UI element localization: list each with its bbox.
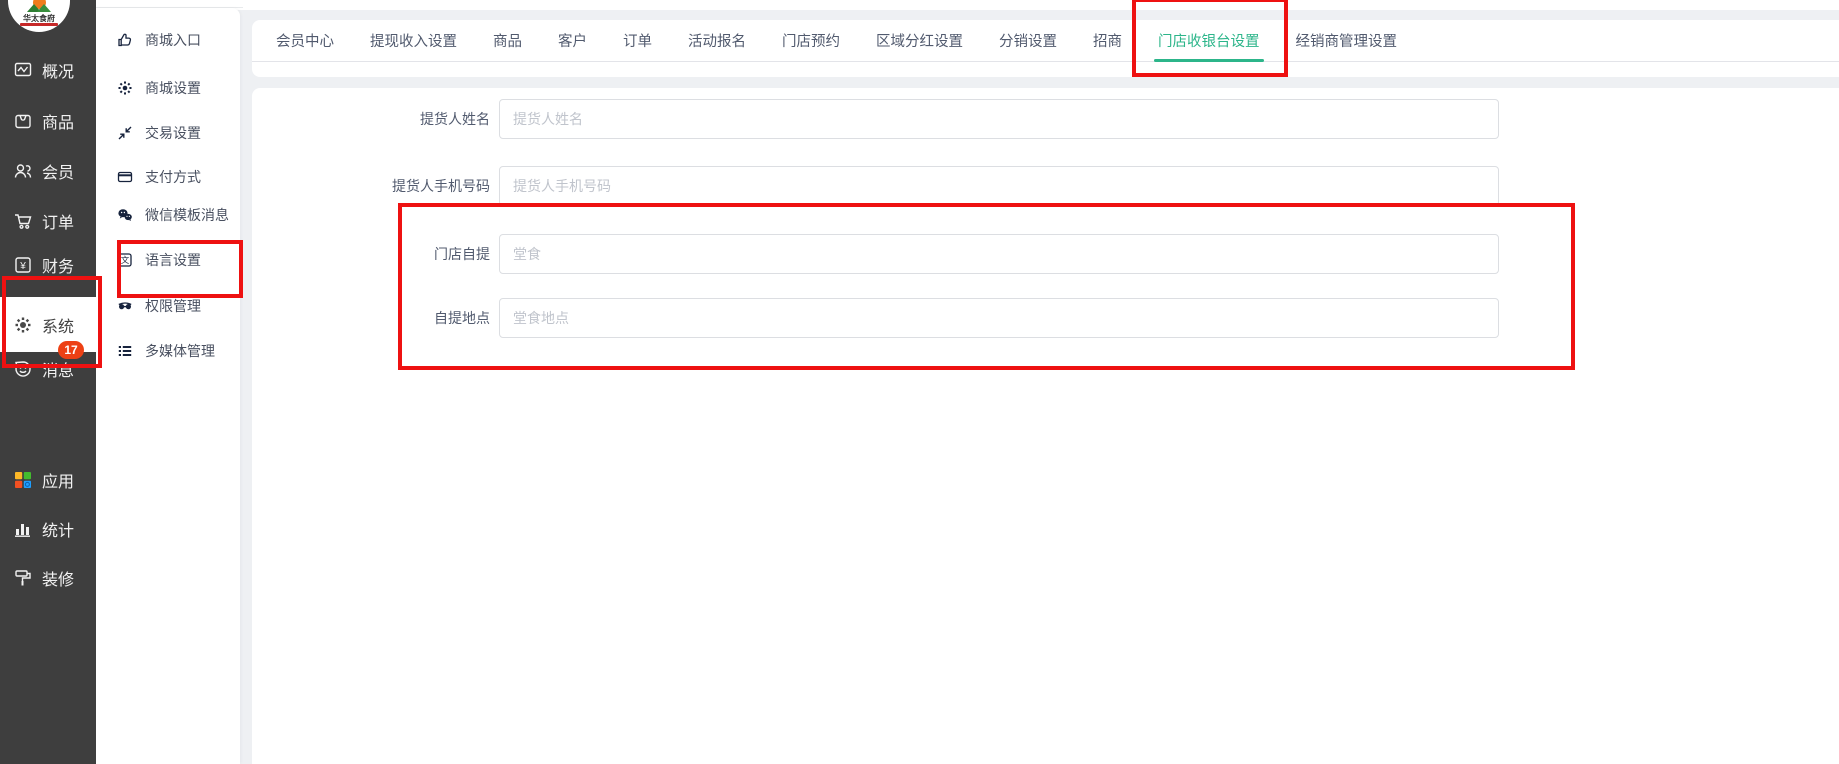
form-row-pickup-phone: 提货人手机号码 [252,166,1499,206]
apps-icon [13,470,33,490]
orders-icon [13,211,33,231]
tab-member-center[interactable]: 会员中心 [258,20,352,61]
decorate-roller-icon [13,568,33,588]
submenu-item-wechat-template[interactable]: 微信模板消息 [96,200,240,230]
sidebar-item-label: 应用 [42,468,74,492]
primary-sidebar: 华太食府 概况 商品 会员 订单 ¥ 财务 系统 17 消息 应用 统计 [0,0,96,764]
submenu-item-language-settings[interactable]: 文 语言设置 [96,245,240,275]
submenu-item-permission[interactable]: 权限管理 [96,291,240,321]
thumb-up-icon [117,32,133,48]
active-tab-underline [1154,59,1264,62]
tab-orders[interactable]: 订单 [605,20,670,61]
form-row-pickup-name: 提货人姓名 [252,99,1499,139]
sidebar-item-finance[interactable]: ¥ 财务 [0,248,96,282]
pickup-phone-label: 提货人手机号码 [252,176,490,196]
sidebar-item-members[interactable]: 会员 [0,154,96,188]
sidebar-item-label: 系统 [42,313,74,337]
pickup-location-label: 自提地点 [252,308,490,328]
sidebar-item-overview[interactable]: 概况 [0,53,96,87]
logo-subtext [20,23,58,26]
svg-text:文: 文 [121,255,130,265]
logo-mountain-icon [25,2,53,12]
sidebar-item-label: 财务 [42,253,74,277]
store-pickup-input[interactable] [499,234,1499,274]
tab-customers[interactable]: 客户 [540,20,605,61]
list-icon [117,343,133,359]
tab-store-cashier-settings[interactable]: 门店收银台设置 [1140,20,1278,61]
submenu-item-label: 微信模板消息 [145,205,229,225]
sidebar-item-label: 统计 [42,517,74,541]
submenu-item-label: 语言设置 [145,250,201,270]
sidebar-item-system[interactable]: 系统 17 [0,297,96,352]
pickup-phone-input[interactable] [499,166,1499,206]
submenu-item-trade-settings[interactable]: 交易设置 [96,118,240,148]
form-row-store-pickup: 门店自提 [252,234,1499,274]
sidebar-item-label: 消息 [42,357,74,381]
submenu-item-label: 商城入口 [145,30,201,50]
sidebar-item-label: 概况 [42,58,74,82]
top-strip [96,0,1839,10]
credit-card-icon [117,169,133,185]
permission-mask-icon [117,298,133,314]
submenu-item-payment-methods[interactable]: 支付方式 [96,162,240,192]
submenu-item-mall-entry[interactable]: 商城入口 [96,25,240,55]
sidebar-item-label: 会员 [42,159,74,183]
sidebar-item-apps[interactable]: 应用 [0,463,96,497]
tab-store-reservation[interactable]: 门店预约 [764,20,858,61]
tab-investment[interactable]: 招商 [1075,20,1140,61]
wechat-icon [117,207,133,223]
statistics-icon [13,519,33,539]
submenu-item-mall-settings[interactable]: 商城设置 [96,73,240,103]
finance-icon: ¥ [13,255,33,275]
admin-page: { "logo": { "text": "华太食府" }, "primary_n… [0,0,1839,764]
sidebar-item-orders[interactable]: 订单 [0,204,96,238]
submenu-item-media[interactable]: 多媒体管理 [96,336,240,366]
submenu-item-label: 多媒体管理 [145,341,215,361]
tab-nav: 会员中心 提现收入设置 商品 客户 订单 活动报名 门店预约 区域分红设置 分销… [252,20,1839,62]
system-gear-icon [13,315,33,335]
submenu-item-label: 支付方式 [145,167,201,187]
sidebar-item-messages[interactable]: 消息 [0,352,96,386]
tab-goods[interactable]: 商品 [475,20,540,61]
sidebar-item-decorate[interactable]: 装修 [0,561,96,595]
pickup-location-input[interactable] [499,298,1499,338]
goods-icon [13,111,33,131]
tab-distribution-settings[interactable]: 分销设置 [981,20,1075,61]
store-pickup-label: 门店自提 [252,244,490,264]
sidebar-item-label: 装修 [42,566,74,590]
sidebar-item-label: 商品 [42,109,74,133]
tab-bar-card: 会员中心 提现收入设置 商品 客户 订单 活动报名 门店预约 区域分红设置 分销… [252,20,1839,77]
sidebar-item-statistics[interactable]: 统计 [0,512,96,546]
messages-icon [13,359,33,379]
sidebar-item-label: 订单 [42,209,74,233]
svg-text:¥: ¥ [19,261,26,272]
gear-icon [117,80,133,96]
tab-activity-signup[interactable]: 活动报名 [670,20,764,61]
settings-form-card: 提货人姓名 提货人手机号码 门店自提 自提地点 [252,88,1839,764]
sidebar-item-goods[interactable]: 商品 [0,104,96,138]
submenu-item-label: 交易设置 [145,123,201,143]
pickup-name-label: 提货人姓名 [252,109,490,129]
tab-region-dividend-settings[interactable]: 区域分红设置 [858,20,981,61]
submenu-item-label: 权限管理 [145,296,201,316]
language-icon: 文 [117,252,133,268]
members-icon [13,161,33,181]
brand-logo[interactable]: 华太食府 [8,0,70,32]
pickup-name-input[interactable] [499,99,1499,139]
tab-withdraw-income-settings[interactable]: 提现收入设置 [352,20,475,61]
secondary-sidebar: 商城入口 商城设置 交易设置 支付方式 微信模板消息 文 语言设置 权限管理 多… [96,8,240,764]
overview-icon [13,60,33,80]
submenu-item-label: 商城设置 [145,78,201,98]
trade-arrows-icon [117,125,133,141]
form-row-pickup-location: 自提地点 [252,298,1499,338]
tab-dealer-management-settings[interactable]: 经销商管理设置 [1278,20,1416,61]
